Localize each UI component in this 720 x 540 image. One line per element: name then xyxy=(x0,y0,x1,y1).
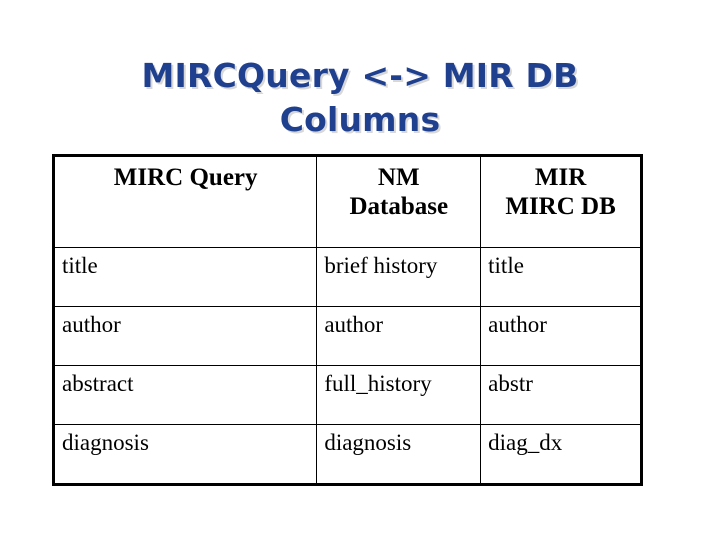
cell-mirc-query: author xyxy=(52,306,318,366)
column-header-mirc-query: MIRC Query xyxy=(52,155,318,248)
column-header-nm-database: NM Database xyxy=(316,155,482,248)
column-header-mir-mirc-db: MIR MIRC DB xyxy=(480,155,642,248)
page-title: MIRCQuery <-> MIR DB Columns xyxy=(141,56,579,139)
cell-mirc-query: title xyxy=(52,247,318,307)
table-row: title brief history title xyxy=(52,247,642,307)
cell-mir-mirc-db: title xyxy=(480,247,642,307)
cell-mirc-query: diagnosis xyxy=(52,424,318,485)
table-header-row: MIRC Query NM Database MIR MIRC DB xyxy=(52,155,642,248)
mirc-query-mapping-table: MIRC Query NM Database MIR MIRC DB title… xyxy=(52,154,643,486)
cell-nm-database: full_history xyxy=(316,365,482,425)
cell-nm-database: author xyxy=(316,306,482,366)
table-row: abstract full_history abstr xyxy=(52,365,642,425)
table-row: diagnosis diagnosis diag_dx xyxy=(52,424,642,485)
cell-nm-database: brief history xyxy=(316,247,482,307)
cell-nm-database: diagnosis xyxy=(316,424,482,485)
cell-mirc-query: abstract xyxy=(52,365,318,425)
table-row: author author author xyxy=(52,306,642,366)
cell-mir-mirc-db: abstr xyxy=(480,365,642,425)
cell-mir-mirc-db: author xyxy=(480,306,642,366)
cell-mir-mirc-db: diag_dx xyxy=(480,424,642,485)
